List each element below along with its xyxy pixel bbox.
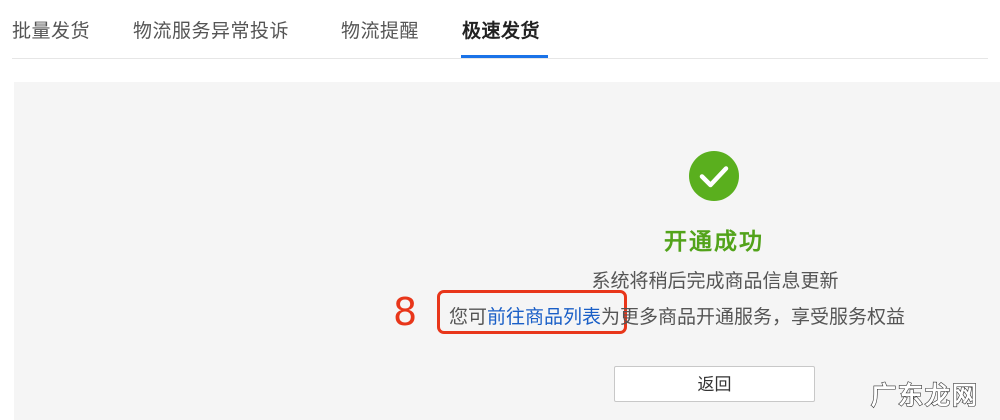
check-circle-icon bbox=[689, 151, 739, 201]
site-watermark-logo: 广东龙网 bbox=[870, 380, 979, 410]
update-notice: 系统将稍后完成商品信息更新 bbox=[591, 270, 839, 292]
tab-logistics-reminder[interactable]: 物流提醒 bbox=[341, 16, 419, 43]
notice-suffix: 为更多商品开通服务，享受服务权益 bbox=[601, 306, 906, 328]
tab-divider bbox=[12, 58, 988, 59]
svg-text:广东龙网: 广东龙网 bbox=[871, 381, 979, 410]
success-title: 开通成功 bbox=[664, 229, 764, 255]
notice-prefix: 您可 bbox=[449, 306, 488, 328]
tab-batch-shipping[interactable]: 批量发货 bbox=[12, 16, 90, 43]
back-button[interactable]: 返回 bbox=[614, 366, 815, 402]
tab-express-shipping[interactable]: 极速发货 bbox=[462, 16, 540, 43]
tab-bar: 批量发货 物流服务异常投诉 物流提醒 极速发货 bbox=[0, 0, 1000, 60]
step-annotation-number: 8 bbox=[393, 290, 418, 334]
product-list-link[interactable]: 前往商品列表 bbox=[487, 306, 601, 328]
goto-product-list-notice: 您可前往商品列表为更多商品开通服务，享受服务权益 bbox=[449, 302, 905, 329]
result-panel bbox=[14, 82, 1000, 420]
tab-logistics-complaint[interactable]: 物流服务异常投诉 bbox=[133, 16, 289, 43]
